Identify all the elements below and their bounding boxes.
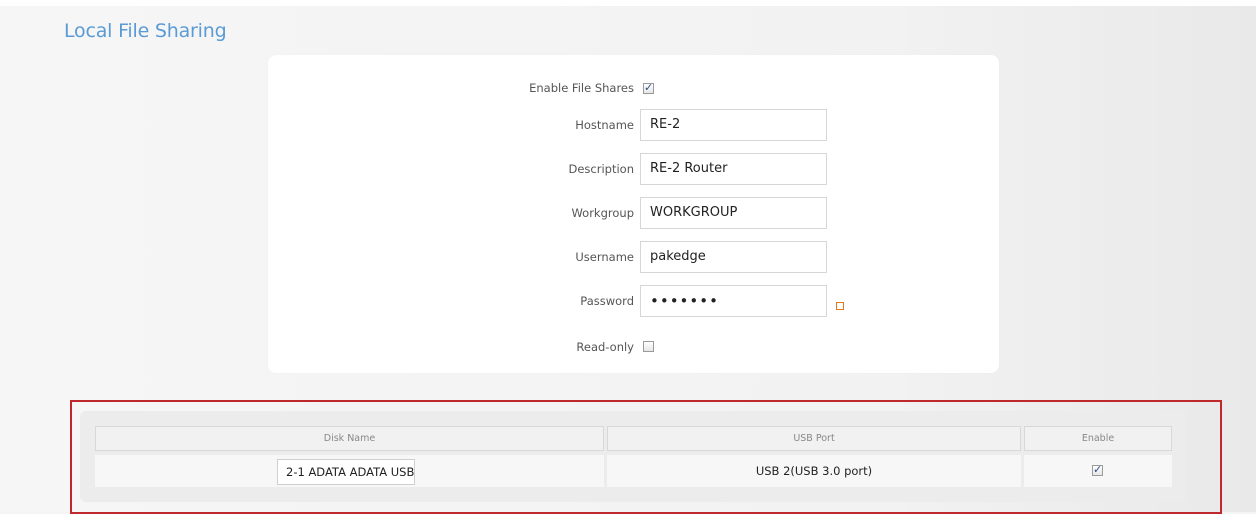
description-input[interactable]: RE-2 Router [640,153,827,185]
username-label: Username [575,250,634,264]
disk-enable-checkbox[interactable] [1092,463,1103,477]
hostname-label: Hostname [575,118,634,132]
read-only-label: Read-only [576,340,634,354]
disk-name-input[interactable]: 2-1 ADATA ADATA USB Flash Drive [277,459,415,485]
column-header-usb-port: USB Port [607,426,1021,451]
hostname-input[interactable]: RE-2 [640,109,827,141]
top-strip [0,0,1256,6]
usb-port-value: USB 2(USB 3.0 port) [755,464,873,478]
column-header-enable: Enable [1024,426,1172,451]
username-input[interactable]: pakedge [640,241,827,273]
password-label: Password [580,294,634,308]
column-header-disk-name: Disk Name [95,426,604,451]
enable-file-shares-label: Enable File Shares [529,81,634,95]
section-title: Local File Sharing [64,20,227,42]
password-warning-icon [836,302,844,310]
password-input[interactable]: ••••••• [640,285,827,317]
read-only-checkbox[interactable] [643,341,654,352]
enable-file-shares-checkbox[interactable] [643,81,654,95]
workgroup-label: Workgroup [571,206,634,220]
description-label: Description [568,162,635,176]
workgroup-input[interactable]: WORKGROUP [640,197,827,229]
